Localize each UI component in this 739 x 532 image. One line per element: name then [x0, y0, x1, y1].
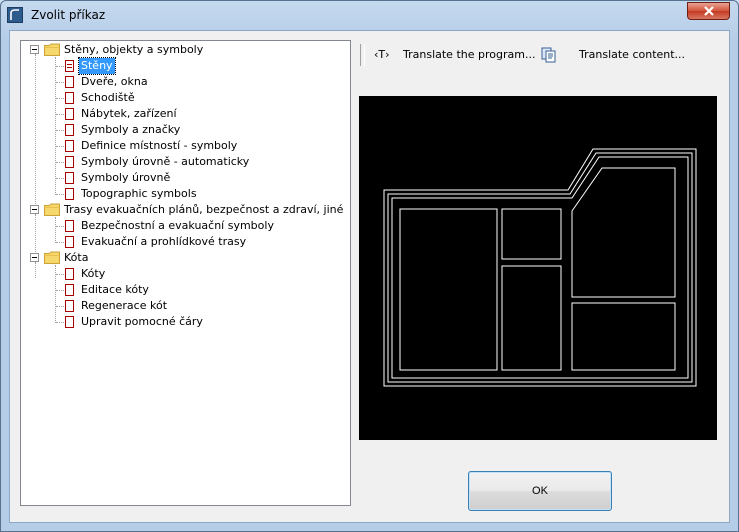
command-icon [65, 124, 74, 136]
collapse-icon[interactable] [30, 253, 39, 262]
tree-item-label[interactable]: Stěny [78, 57, 116, 75]
tree-group-label[interactable]: Stěny, objekty a symboly [62, 42, 205, 58]
window-title: Zvolit příkaz [31, 8, 106, 22]
close-button[interactable] [687, 2, 730, 20]
folder-icon [44, 251, 60, 264]
title-bar[interactable]: Zvolit příkaz [1, 1, 738, 29]
tree-item-label[interactable]: Bezpečnostní a evakuační symboly [79, 218, 276, 234]
command-icon [65, 108, 74, 120]
command-icon [65, 220, 74, 232]
tree-line [55, 57, 56, 195]
command-icon [65, 140, 74, 152]
command-icon [65, 76, 74, 88]
tree-item-label[interactable]: Symboly úrovně [79, 170, 172, 186]
tree-group-label[interactable]: Trasy evakuačních plánů, bezpečnost a zd… [62, 202, 345, 218]
tree-item-label[interactable]: Evakuační a prohlídkové trasy [79, 234, 248, 250]
tree-group-label[interactable]: Kóta [62, 250, 90, 266]
command-icon [65, 284, 74, 296]
tree-item-label[interactable]: Regenerace kót [79, 298, 169, 314]
command-icon [65, 300, 74, 312]
floor-plan-preview [383, 148, 697, 387]
command-icon [65, 188, 74, 200]
translate-content-button[interactable]: Translate content... [540, 45, 690, 65]
folder-icon [44, 203, 60, 216]
command-icon [65, 156, 74, 168]
tree-line [35, 54, 36, 212]
tree-item-label[interactable]: Definice místností - symboly [79, 138, 239, 154]
toolbar-grip[interactable] [360, 44, 365, 66]
tree-item-label[interactable]: Topographic symbols [79, 186, 199, 202]
tree-item-label[interactable]: Symboly a značky [79, 122, 182, 138]
tree-item-label[interactable]: Kóty [79, 266, 107, 282]
tree-item-label[interactable]: Editace kóty [79, 282, 151, 298]
command-preview [359, 96, 717, 440]
folder-icon [44, 43, 60, 56]
command-icon [65, 92, 74, 104]
tree-line [35, 262, 36, 278]
translation-toolbar: ‹T› Translate the program... Translate c… [358, 42, 720, 70]
close-icon [704, 6, 714, 16]
command-icon [65, 316, 74, 328]
collapse-icon[interactable] [30, 205, 39, 214]
command-icon [65, 60, 74, 72]
translate-program-button[interactable]: ‹T› Translate the program... [374, 45, 544, 65]
tree-item-label[interactable]: Nábytek, zařízení [79, 106, 179, 122]
tree-line [55, 217, 56, 243]
command-icon [65, 172, 74, 184]
tree-item-label[interactable]: Upravit pomocné čáry [79, 314, 205, 330]
translate-program-label: Translate the program... [403, 48, 536, 61]
translate-text-icon: ‹T› [374, 48, 390, 61]
tree-item-label[interactable]: Dveře, okna [79, 74, 150, 90]
collapse-icon[interactable] [30, 45, 39, 54]
tree-item-label[interactable]: Schodiště [79, 90, 137, 106]
app-icon [7, 7, 23, 23]
ok-button[interactable]: OK [468, 471, 612, 511]
translate-content-label: Translate content... [579, 48, 686, 61]
command-icon [65, 236, 74, 248]
translate-content-icon [541, 47, 556, 63]
tree-item-label[interactable]: Symboly úrovně - automaticky [79, 154, 251, 170]
command-tree[interactable]: Stěny, objekty a symboly Stěny Dveře, ok… [20, 40, 351, 506]
command-icon [65, 268, 74, 280]
